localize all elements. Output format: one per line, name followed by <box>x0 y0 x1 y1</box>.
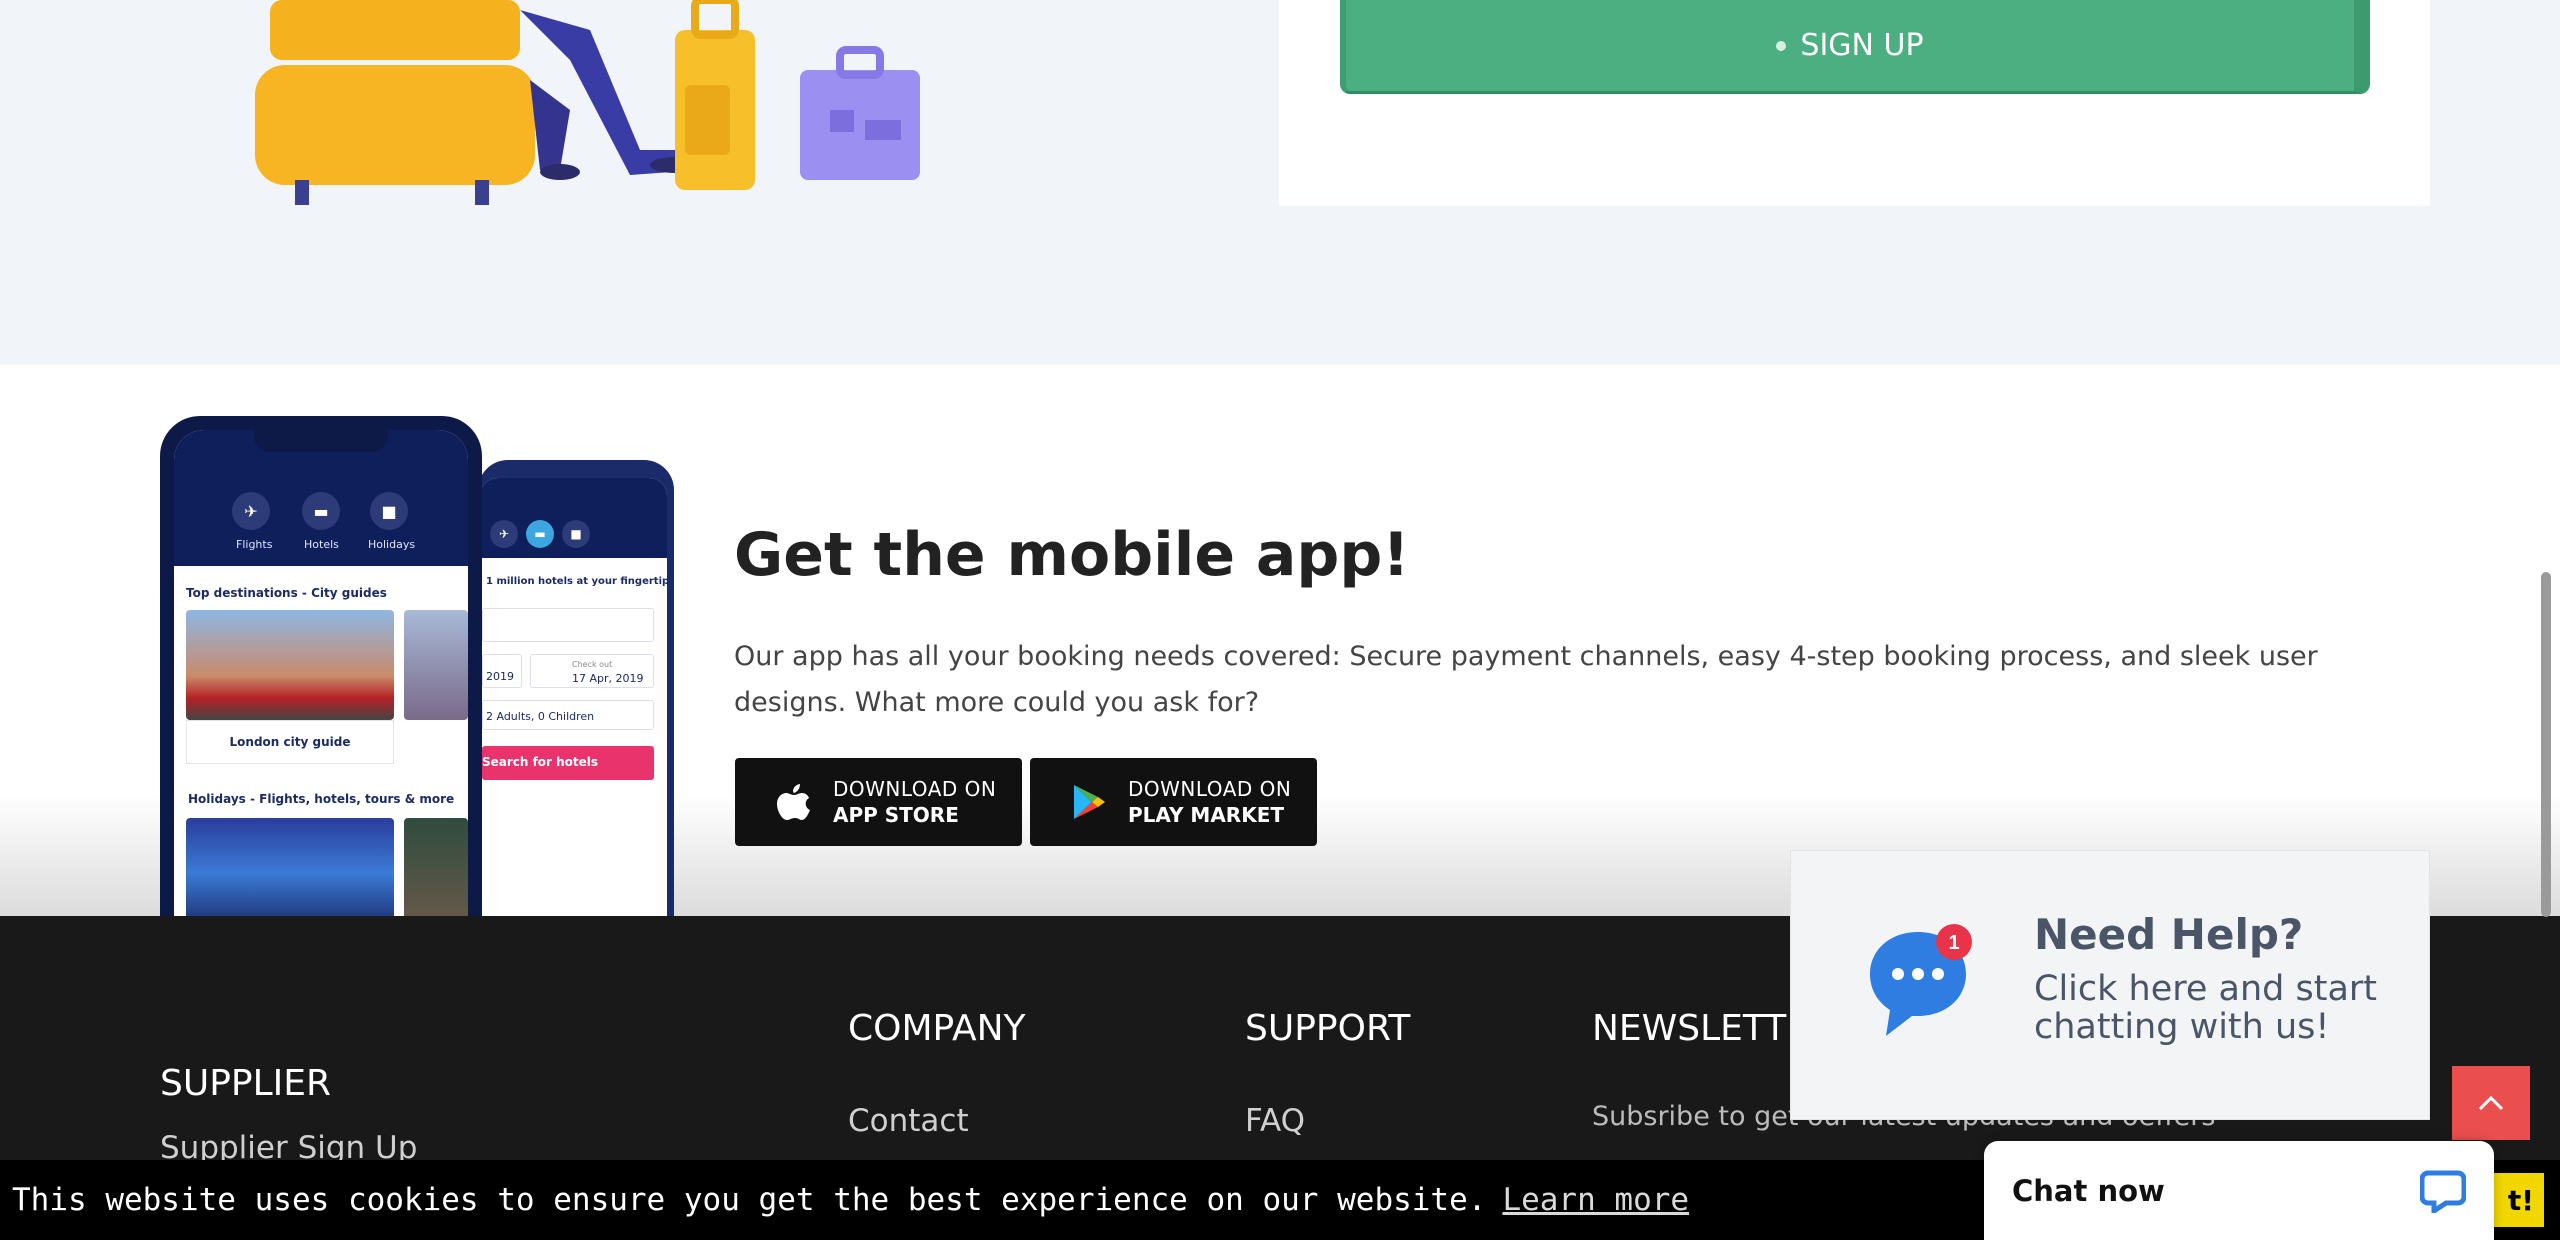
cookie-message: This website uses cookies to ensure you … <box>12 1182 1487 1218</box>
livechat-icon <box>2420 1170 2466 1213</box>
hotel-icon: ▬ <box>526 520 554 548</box>
sign-up-label: SIGN UP <box>1800 28 1924 63</box>
london-city-guide: London city guide <box>229 735 351 749</box>
holidays-nav-icon: ■ <box>370 492 408 530</box>
phone-screen-android: ✈ ▬ ■ 1 million hotels at your fingertip… <box>480 478 667 916</box>
dubai-image <box>186 818 394 916</box>
need-help-subtitle: Click here and start chatting with us! <box>2034 969 2378 1047</box>
nav-flights: Flights <box>236 538 273 551</box>
tagline: 1 million hotels at your fingertips! <box>486 576 667 587</box>
chair-leg-left <box>295 180 309 205</box>
apple-icon <box>777 784 810 820</box>
phone-screen-iphone: ✈ Flights ▬ Hotels ■ Holidays Top destin… <box>174 430 468 916</box>
traveler-leg-2 <box>530 80 570 170</box>
app-store-button[interactable]: DOWNLOAD ON APP STORE <box>735 758 1022 846</box>
suitcase-sticker-2 <box>865 120 901 140</box>
flight-icon: ✈ <box>490 520 518 548</box>
scroll-to-top-button[interactable] <box>2452 1066 2530 1140</box>
guests: 2 Adults, 0 Children <box>486 710 595 723</box>
footer-supplier-heading: SUPPLIER <box>160 1063 332 1104</box>
london-image <box>186 610 394 720</box>
suitcase-purple-handle <box>836 46 884 79</box>
footer-link-contact[interactable]: Contact <box>848 1103 969 1139</box>
app-section-description: Our app has all your booking needs cover… <box>734 641 2318 718</box>
search-hotels-button: Search for hotels <box>481 755 599 769</box>
footer-company-heading: COMPANY <box>848 1008 1026 1049</box>
holiday-image-2 <box>404 818 468 916</box>
app-section-title: Get the mobile app! <box>734 520 1410 590</box>
play-market-line2: PLAY MARKET <box>1128 803 1284 827</box>
hotels-nav-icon: ▬ <box>302 492 340 530</box>
suitcase-sticker-1 <box>830 110 854 132</box>
chair-back <box>270 0 520 60</box>
footer-support-heading: SUPPORT <box>1245 1008 1411 1049</box>
google-play-icon <box>1074 785 1105 819</box>
suitcase-yellow-pocket <box>685 85 730 155</box>
footer-newsletter-heading: NEWSLETT <box>1592 1008 1787 1049</box>
sign-up-button[interactable]: SIGN UP <box>1340 0 2370 94</box>
nav-holidays: Holidays <box>368 538 416 551</box>
shoe-left <box>540 164 580 180</box>
page-scrollbar[interactable] <box>2541 572 2551 917</box>
cookie-learn-more-link[interactable]: Learn more <box>1502 1182 1689 1218</box>
need-help-title: Need Help? <box>2034 910 2304 959</box>
section-city-guides: Top destinations - City guides <box>186 586 387 600</box>
chat-bubble-icon: 1 <box>1870 924 1972 1036</box>
notification-badge: 1 <box>1948 932 1959 954</box>
suitcase-handle <box>691 0 739 39</box>
city-image-2 <box>404 610 468 720</box>
chair-seat <box>255 65 535 185</box>
holiday-icon: ■ <box>562 520 590 548</box>
suitcase-purple <box>800 70 920 180</box>
nav-hotels: Hotels <box>304 538 339 551</box>
flights-nav-icon: ✈ <box>232 492 270 530</box>
app-store-line1: DOWNLOAD ON <box>833 777 997 801</box>
checkout-date: 17 Apr, 2019 <box>572 672 644 685</box>
chair-leg-right <box>475 180 489 205</box>
play-market-button[interactable]: DOWNLOAD ON PLAY MARKET <box>1030 758 1317 846</box>
chevron-up-icon <box>2478 1095 2504 1111</box>
chat-now-label: Chat now <box>2012 1173 2165 1208</box>
app-store-line2: APP STORE <box>833 803 959 827</box>
section-holidays: Holidays - Flights, hotels, tours & more <box>188 792 455 806</box>
checkout-label: Check out <box>572 660 613 669</box>
bullet-icon <box>1776 40 1787 51</box>
play-market-line1: DOWNLOAD ON <box>1128 777 1292 801</box>
chat-now-widget[interactable]: Chat now <box>1984 1141 2494 1240</box>
footer-link-faq[interactable]: FAQ <box>1245 1103 1305 1139</box>
traveler-illustration <box>255 0 920 205</box>
checkin-date: 2019 <box>486 670 514 683</box>
